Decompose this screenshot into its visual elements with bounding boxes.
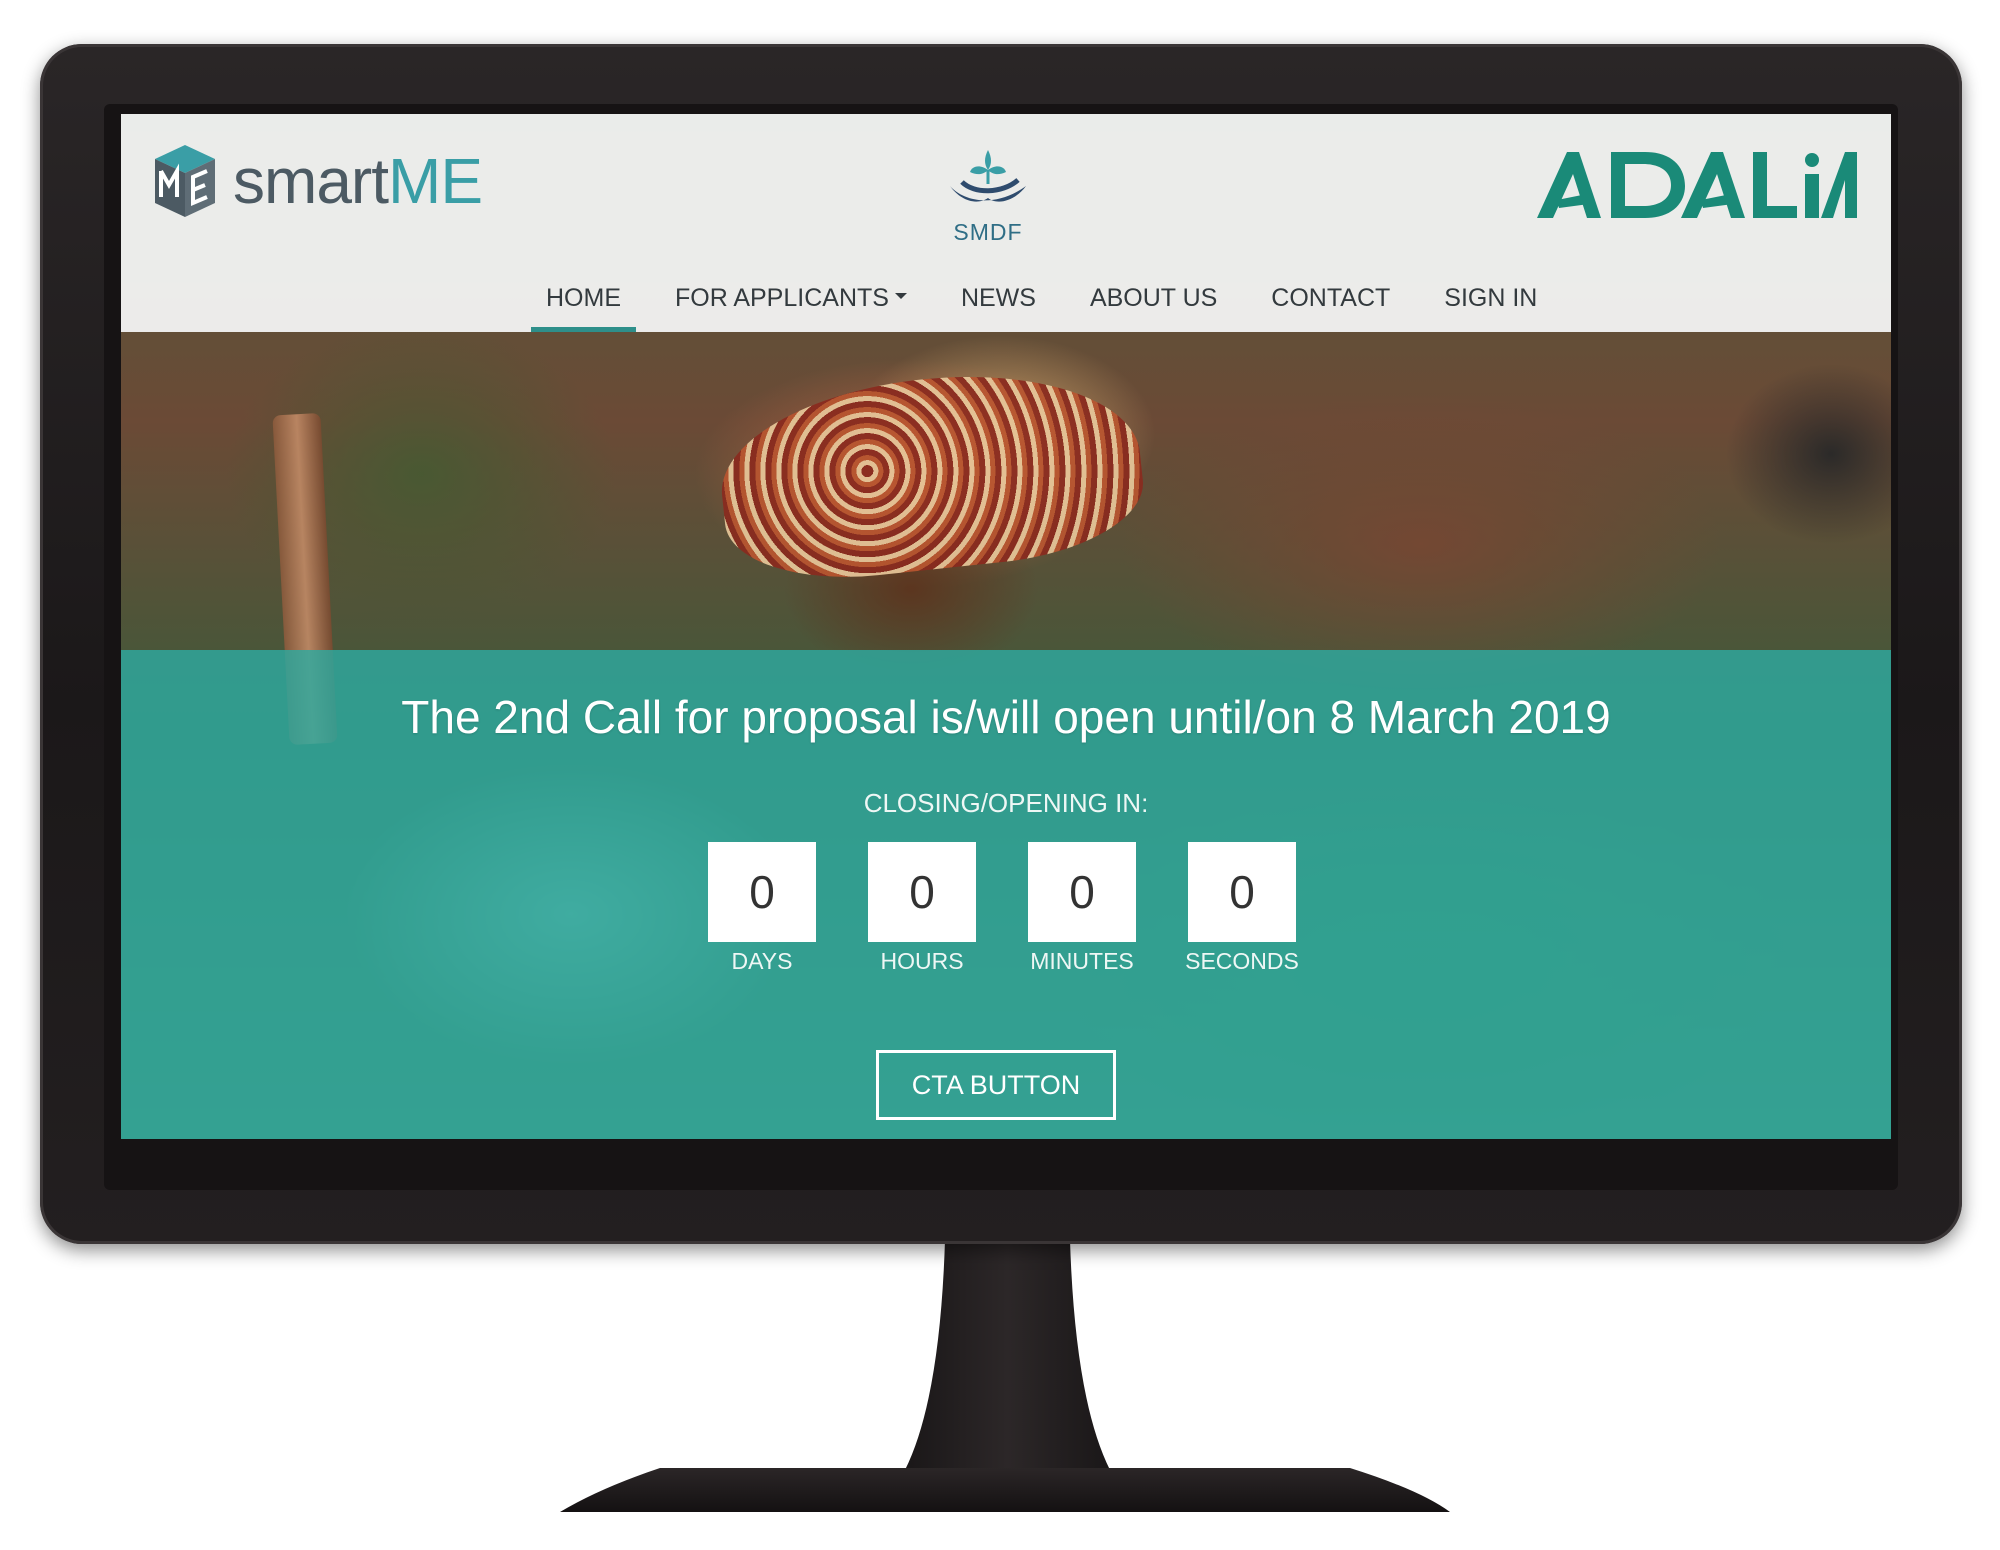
nav-item-label: FOR APPLICANTS — [675, 283, 889, 312]
main-nav: HOME FOR APPLICANTS NEWS ABOUT US CONTAC… — [519, 264, 1564, 332]
monitor-frame: smart ME SMDF HOME FOR APPLICANTS NEWS A… — [40, 44, 1962, 1244]
countdown-days: 0 DAYS — [708, 842, 816, 975]
hero-title: The 2nd Call for proposal is/will open u… — [401, 691, 1611, 743]
photo-headwrap — [712, 357, 1150, 591]
countdown-label: CLOSING/OPENING IN: — [863, 788, 1149, 818]
hero-panel: The 2nd Call for proposal is/will open u… — [121, 650, 1891, 1139]
site-header: smart ME SMDF HOME FOR APPLICANTS NEWS A… — [121, 114, 1891, 332]
cta-button[interactable]: CTA BUTTON — [876, 1050, 1116, 1120]
smartme-cube-icon — [155, 145, 215, 217]
smartme-logo-text-b: ME — [388, 145, 483, 217]
countdown-timer: 0 DAYS 0 HOURS 0 MINUTES 0 SECONDS — [708, 842, 1299, 975]
smdf-hand-plant-icon — [950, 150, 1026, 202]
smartme-logo-text-a: smart — [233, 145, 389, 217]
nav-item-label: HOME — [546, 283, 621, 312]
nav-item-label: NEWS — [960, 283, 1036, 312]
countdown-minutes: 0 MINUTES — [1028, 842, 1136, 975]
nav-item-home[interactable]: HOME — [519, 264, 648, 332]
nav-item-for-applicants[interactable]: FOR APPLICANTS — [648, 264, 934, 332]
countdown-unit-label: HOURS — [880, 948, 964, 974]
countdown-value: 0 — [708, 842, 816, 942]
countdown-seconds: 0 SECONDS — [1185, 842, 1299, 975]
nav-item-about-us[interactable]: ABOUT US — [1063, 264, 1244, 332]
smartme-logo[interactable]: smart ME — [151, 136, 483, 226]
countdown-value: 0 — [1028, 842, 1136, 942]
countdown-unit-label: SECONDS — [1185, 948, 1299, 974]
nav-item-contact[interactable]: CONTACT — [1244, 264, 1417, 332]
nav-item-label: SIGN IN — [1444, 283, 1538, 312]
screen: smart ME SMDF HOME FOR APPLICANTS NEWS A… — [121, 114, 1891, 1139]
nav-item-label: ABOUT US — [1089, 283, 1218, 312]
smdf-logo[interactable]: SMDF — [943, 146, 1033, 246]
nav-item-label: CONTACT — [1271, 283, 1391, 312]
countdown-value: 0 — [868, 842, 976, 942]
smdf-logo-text: SMDF — [953, 219, 1023, 245]
adalia-logo[interactable] — [1531, 144, 1861, 224]
countdown-unit-label: MINUTES — [1030, 948, 1134, 974]
countdown-hours: 0 HOURS — [868, 842, 976, 975]
countdown-unit-label: DAYS — [731, 948, 793, 974]
nav-item-sign-in[interactable]: SIGN IN — [1417, 264, 1564, 332]
caret-down-icon — [894, 293, 907, 299]
nav-item-news[interactable]: NEWS — [934, 264, 1063, 332]
countdown-value: 0 — [1188, 842, 1296, 942]
